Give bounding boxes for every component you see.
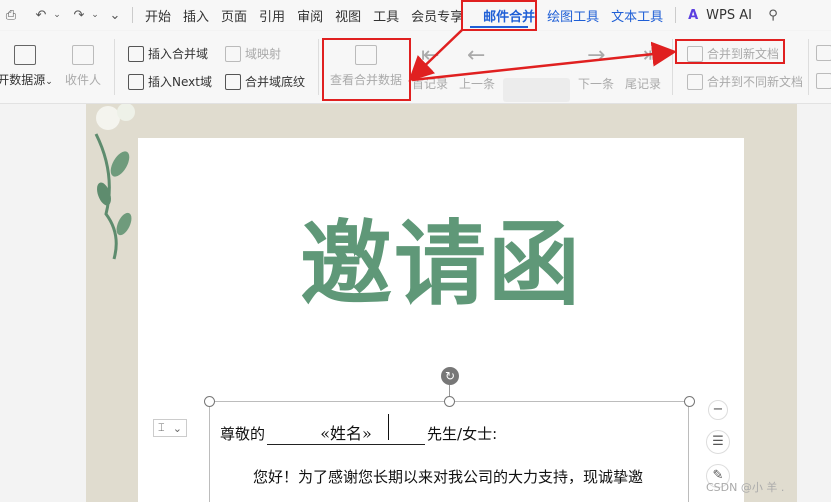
text-cursor bbox=[388, 414, 389, 440]
layout-icon: ⌶ bbox=[158, 421, 165, 434]
resize-handle-top-center[interactable] bbox=[444, 396, 455, 407]
resize-handle-top-left[interactable] bbox=[204, 396, 215, 407]
resize-handle-top-right[interactable] bbox=[684, 396, 695, 407]
chevron-down-icon: ⌄ bbox=[172, 421, 182, 435]
salutation-suffix: 先生/女士: bbox=[427, 425, 498, 443]
text-wrap-icon[interactable]: ☰ bbox=[706, 430, 730, 454]
salutation-line: 尊敬的 «姓名» 先生/女士: bbox=[220, 420, 497, 445]
zoom-out-icon[interactable]: − bbox=[708, 400, 728, 420]
rotate-handle-icon[interactable]: ↻ bbox=[441, 367, 459, 385]
invitation-title: 邀请函 bbox=[299, 211, 582, 318]
layout-options-button[interactable]: ⌶ ⌄ bbox=[153, 419, 187, 437]
name-merge-field[interactable]: «姓名» bbox=[267, 420, 426, 445]
body-text-line: 您好！为了感谢您长期以来对我公司的大力支持，现诚挚邀 bbox=[253, 468, 644, 486]
watermark-text: CSDN @小 羊 . bbox=[706, 481, 785, 494]
arrow-to-view-data bbox=[408, 29, 463, 82]
arrow-to-merge-new bbox=[411, 41, 677, 82]
floral-decoration-icon bbox=[94, 104, 135, 260]
salutation-prefix: 尊敬的 bbox=[220, 425, 266, 443]
